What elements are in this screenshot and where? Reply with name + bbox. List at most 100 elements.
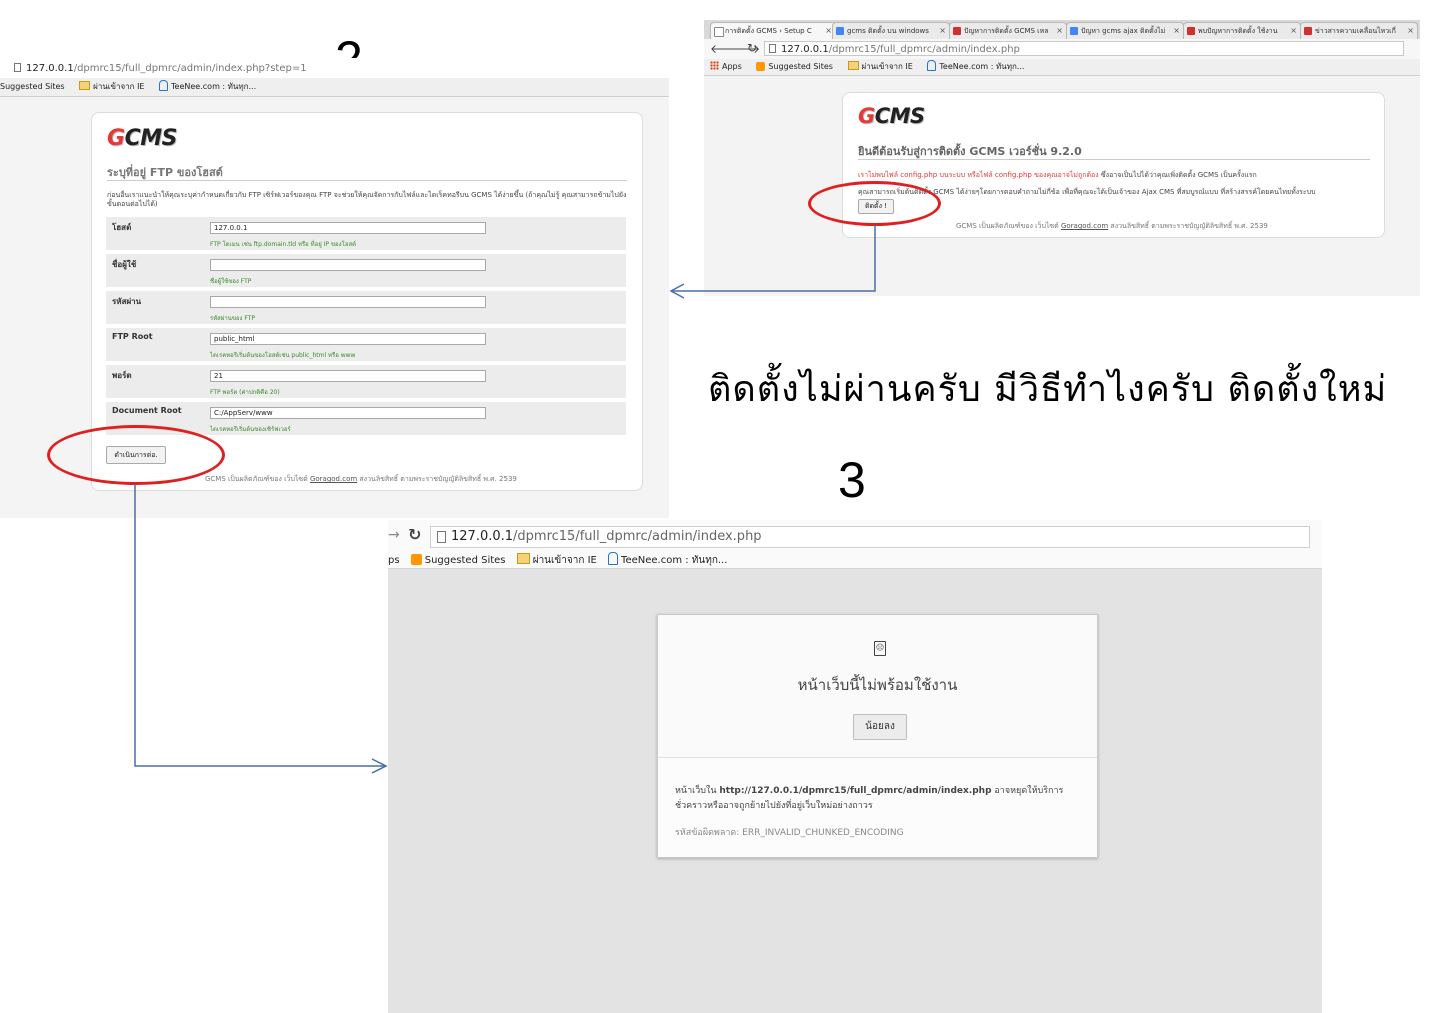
bookmarks-bar: ps Suggested Sites ผ่านเข้าจาก IE TeeNee…: [388, 552, 727, 568]
config-warning: เราไม่พบไฟล์ config.php บนระบบ หรือไฟล์ …: [858, 171, 1257, 179]
page-icon: [14, 63, 21, 72]
tab-1[interactable]: การติดตั้ง GCMS › Setup C ×: [710, 22, 836, 39]
bookmark-suggested[interactable]: Suggested Sites: [0, 82, 71, 91]
url-host: 127.0.0.1: [451, 529, 514, 544]
bookmarks-bar: Apps Suggested Sites ผ่านเข้าจาก IE TeeN…: [704, 59, 1420, 76]
field-password: รหัสผ่าน รหัสผ่านของ FTP: [106, 291, 626, 324]
host-input[interactable]: 127.0.0.1: [210, 222, 486, 234]
bookmark-teenee[interactable]: TeeNee.com : ทันทุก...: [927, 60, 1030, 71]
bookmark-label: Suggested Sites: [424, 555, 506, 566]
close-icon[interactable]: ×: [939, 23, 946, 39]
close-icon[interactable]: ×: [1056, 23, 1063, 39]
bookmark-label: ผ่านเข้าจาก IE: [93, 82, 145, 91]
url-path: /dpmrc15/full_dpmrc/admin/index.php?step…: [73, 63, 307, 74]
error-detail-text: หน้าเว็บใน http://127.0.0.1/dpmrc15/full…: [675, 786, 1064, 796]
goragod-link[interactable]: Goragod.com: [310, 475, 357, 483]
site-icon: [1187, 27, 1195, 35]
field-hint: รหัสผ่านของ FTP: [210, 315, 255, 322]
apps-icon: [710, 61, 719, 70]
field-ftp-root: FTP Root public_html ไดเรคทอรีเริ่มต้นขอ…: [106, 328, 626, 361]
bookmark-teenee[interactable]: TeeNee.com : ทันทุก...: [608, 552, 727, 566]
address-row: 🡐 🡒 ↻ 127.0.0.1/dpmrc15/full_dpmrc/admin…: [704, 39, 1420, 59]
close-icon[interactable]: ×: [1407, 23, 1414, 39]
tab-5[interactable]: พบปัญหาการติดตั้ง ใช้งาน ×: [1183, 22, 1301, 39]
bookmark-label: Apps: [722, 62, 742, 71]
bookmark-apps[interactable]: ps: [388, 555, 400, 566]
bookmark-ie-folder[interactable]: ผ่านเข้าจาก IE: [79, 81, 150, 91]
tab-label: การติดตั้ง GCMS › Setup C: [725, 27, 812, 35]
url-host: 127.0.0.1: [26, 63, 74, 74]
suggested-sites-icon: [756, 62, 766, 71]
ftp-root-input[interactable]: public_html: [210, 333, 486, 345]
tab-2[interactable]: gcms ติดตั้ง บน windows ×: [832, 22, 950, 39]
close-icon[interactable]: ×: [825, 23, 832, 39]
password-input[interactable]: [210, 296, 486, 308]
tab-label: ปัญหา gcms ajax ติดตั้งไม่: [1081, 27, 1166, 35]
address-bar[interactable]: 127.0.0.1/dpmrc15/full_dpmrc/admin/index…: [430, 526, 1310, 548]
bookmark-label: ผ่านเข้าจาก IE: [532, 555, 597, 566]
bookmark-label: TeeNee.com : ทันทุก...: [939, 62, 1025, 71]
close-icon[interactable]: ×: [1290, 23, 1297, 39]
username-input[interactable]: [210, 259, 486, 271]
document-root-input[interactable]: C:/AppServ/www: [210, 407, 486, 419]
arrow-2-to-3: [134, 484, 385, 767]
bookmark-suggested[interactable]: Suggested Sites: [410, 554, 506, 566]
field-label: พอร์ต: [112, 371, 132, 380]
reload-icon[interactable]: ↻: [408, 525, 421, 544]
welcome-title: ยินดีต้อนรับสู่การติดตั้ง GCMS เวอร์ชั่น…: [858, 145, 1082, 158]
error-title: หน้าเว็บนี้ไม่พร้อมใช้งาน: [797, 676, 958, 694]
arrow-1-to-2-head: [669, 283, 685, 299]
tab-6[interactable]: ข่าวสารความเคลื่อนไหวเกี่ ×: [1300, 22, 1418, 39]
page-icon: [437, 531, 446, 543]
bookmark-ie-folder[interactable]: ผ่านเข้าจาก IE: [847, 61, 919, 71]
sad-page-icon: ☹: [874, 641, 886, 656]
field-hint: ชื่อผู้ใช้ของ FTP: [210, 278, 252, 285]
bookmark-suggested[interactable]: Suggested Sites: [756, 62, 839, 71]
teenee-icon: [927, 60, 937, 71]
tab-label: พบปัญหาการติดตั้ง ใช้งาน: [1198, 27, 1278, 35]
field-label: FTP Root: [112, 332, 153, 341]
error-details: หน้าเว็บใน http://127.0.0.1/dpmrc15/full…: [658, 757, 1097, 857]
bookmark-label: Suggested Sites: [768, 62, 833, 71]
screenshot-step-3: → ↻ 127.0.0.1/dpmrc15/full_dpmrc/admin/i…: [388, 520, 1322, 1013]
browser-toolbar: → ↻ 127.0.0.1/dpmrc15/full_dpmrc/admin/i…: [388, 520, 1322, 569]
field-hint: ไดเรคทอรีเริ่มต้นของเซิร์ฟเวอร์: [210, 426, 291, 433]
bookmark-ie-folder[interactable]: ผ่านเข้าจาก IE: [516, 553, 597, 566]
tab-4[interactable]: ปัญหา gcms ajax ติดตั้งไม่ ×: [1066, 22, 1184, 39]
close-icon[interactable]: ×: [1173, 23, 1180, 39]
bookmark-apps[interactable]: Apps: [710, 61, 748, 71]
address-bar[interactable]: 127.0.0.1/dpmrc15/full_dpmrc/admin/index…: [10, 61, 340, 76]
tab-label: ปัญหาการติดตั้ง GCMS เหล: [964, 27, 1049, 35]
reload-icon[interactable]: ↻: [747, 41, 757, 55]
less-button[interactable]: น้อยลง: [853, 714, 907, 740]
field-username: ชื่อผู้ใช้ ชื่อผู้ใช้ของ FTP: [106, 254, 626, 287]
gcms-logo: GCMS: [107, 126, 177, 151]
copyright-footer: GCMS เป็นผลิตภัณฑ์ของ เว็บไซต์ Goragod.c…: [205, 475, 517, 483]
suggested-sites-icon: [410, 554, 422, 565]
address-bar[interactable]: 127.0.0.1/dpmrc15/full_dpmrc/admin/index…: [764, 41, 1404, 56]
google-icon: [836, 27, 844, 35]
error-dialog: ☹ หน้าเว็บนี้ไม่พร้อมใช้งาน น้อยลง หน้าเ…: [657, 614, 1098, 858]
forward-icon[interactable]: →: [388, 527, 400, 543]
step-number-3: 3: [838, 452, 866, 508]
field-hint: ไดเรคทอรีเริ่มต้นของโฮสต์เช่น public_htm…: [210, 352, 356, 359]
address-row: 127.0.0.1/dpmrc15/full_dpmrc/admin/index…: [0, 58, 669, 78]
divider: [107, 180, 627, 181]
screenshot-step-1: การติดตั้ง GCMS › Setup C × gcms ติดตั้ง …: [704, 20, 1420, 296]
field-label: รหัสผ่าน: [112, 297, 142, 306]
divider: [858, 159, 1370, 160]
goragod-link[interactable]: Goragod.com: [1061, 222, 1108, 230]
field-label: Document Root: [112, 406, 182, 415]
highlight-continue-button: [47, 425, 225, 485]
bookmarks-bar: Suggested Sites ผ่านเข้าจาก IE TeeNee.co…: [0, 78, 669, 97]
question-caption: ติดตั้งไม่ผ่านครับ มีวิธีทำไงครับ ติดตั้…: [708, 369, 1388, 410]
port-input[interactable]: 21: [210, 370, 486, 382]
page-icon: [769, 44, 776, 53]
bookmark-teenee[interactable]: TeeNee.com : ทันทุก...: [159, 80, 262, 91]
tab-label: gcms ติดตั้ง บน windows: [847, 27, 929, 35]
bookmark-label: Suggested Sites: [0, 82, 65, 91]
tab-3[interactable]: ปัญหาการติดตั้ง GCMS เหล ×: [949, 22, 1067, 39]
field-port: พอร์ต 21 FTP พอร์ต (ค่าปกติคือ 20): [106, 365, 626, 398]
folder-icon: [847, 61, 859, 70]
field-label: ชื่อผู้ใช้: [112, 260, 137, 269]
